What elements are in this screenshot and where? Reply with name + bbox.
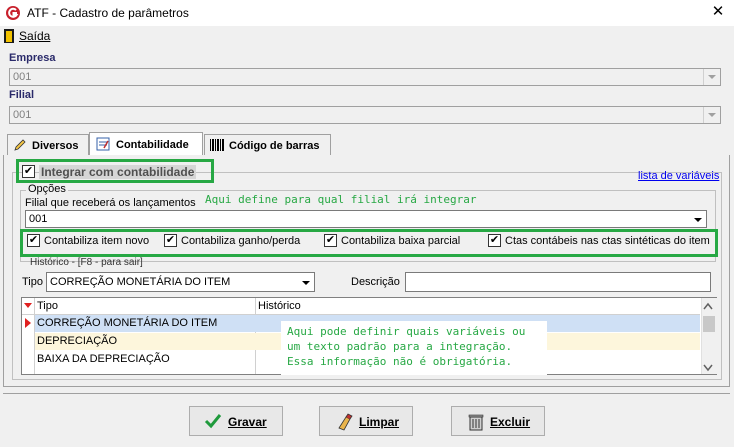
descricao-label: Descrição bbox=[351, 276, 400, 288]
chevron-down-icon[interactable] bbox=[300, 275, 312, 292]
check-ctas-sinteticas-label: Ctas contábeis nas ctas sintéticas do it… bbox=[505, 235, 710, 247]
limpar-button[interactable]: Limpar bbox=[319, 406, 413, 436]
tab-diversos-label: Diversos bbox=[32, 140, 79, 152]
gravar-label: Gravar bbox=[228, 415, 267, 429]
close-icon[interactable]: ✕ bbox=[709, 3, 727, 21]
filial-value: 001 bbox=[13, 109, 32, 121]
app-logo-icon bbox=[5, 5, 21, 21]
limpar-label: Limpar bbox=[359, 415, 400, 429]
menu-item-saida[interactable]: Saída bbox=[19, 29, 50, 43]
checkmark-icon bbox=[204, 413, 222, 432]
tipo-value: CORREÇÃO MONETÁRIA DO ITEM bbox=[50, 276, 231, 288]
highlight-integrar bbox=[16, 159, 214, 183]
tab-codigo-barras-label: Código de barras bbox=[229, 140, 320, 152]
chevron-down-icon[interactable] bbox=[703, 107, 720, 123]
scroll-up-icon[interactable] bbox=[703, 301, 713, 313]
lista-variaveis-link[interactable]: lista de variáveis bbox=[638, 170, 719, 182]
descricao-input[interactable] bbox=[405, 272, 711, 292]
tipo-select[interactable]: CORREÇÃO MONETÁRIA DO ITEM bbox=[46, 272, 315, 292]
excluir-label: Excluir bbox=[490, 415, 531, 429]
scroll-thumb[interactable] bbox=[703, 316, 715, 332]
tab-contabilidade-label: Contabilidade bbox=[116, 139, 189, 151]
tab-diversos[interactable]: Diversos bbox=[7, 134, 89, 155]
filial-select[interactable]: 001 bbox=[9, 106, 721, 124]
grid-header-historico[interactable]: Histórico bbox=[258, 300, 301, 312]
annotation-historico-line: Essa informação não é obrigatória. bbox=[287, 355, 513, 368]
annotation-historico-line: Aqui pode definir quais variáveis ou bbox=[287, 325, 526, 338]
check-item-novo-label: Contabiliza item novo bbox=[44, 235, 150, 247]
empresa-select[interactable]: 001 bbox=[9, 68, 721, 86]
tipo-label: Tipo bbox=[22, 276, 43, 288]
check-baixa-parcial-label: Contabiliza baixa parcial bbox=[341, 235, 461, 247]
gravar-button[interactable]: Gravar bbox=[189, 406, 283, 436]
window-title: ATF - Cadastro de parâmetros bbox=[27, 6, 189, 20]
opcoes-label: Opções bbox=[26, 183, 68, 195]
check-ganho-perda[interactable]: ✔ bbox=[164, 234, 177, 247]
grid-header bbox=[22, 298, 700, 315]
filial-label: Filial bbox=[9, 89, 35, 101]
chevron-down-icon[interactable] bbox=[692, 212, 704, 229]
check-baixa-parcial[interactable]: ✔ bbox=[324, 234, 337, 247]
eraser-broom-icon bbox=[336, 413, 354, 434]
sort-arrow-icon bbox=[23, 301, 33, 313]
menu-bar bbox=[0, 26, 734, 46]
ledger-icon bbox=[96, 137, 110, 154]
annotation-historico: Aqui pode definir quais variáveis ou um … bbox=[281, 321, 547, 375]
tab-codigo-barras[interactable]: Código de barras bbox=[204, 134, 331, 155]
barcode-icon bbox=[210, 139, 224, 154]
chevron-down-icon[interactable] bbox=[703, 69, 720, 85]
scroll-down-icon[interactable] bbox=[703, 363, 713, 375]
filial-lancamentos-value: 001 bbox=[29, 213, 48, 225]
excluir-button[interactable]: Excluir bbox=[451, 406, 545, 436]
grid-header-tipo[interactable]: Tipo bbox=[37, 300, 58, 312]
tab-contabilidade[interactable]: Contabilidade bbox=[89, 132, 203, 156]
grid-cell-tipo[interactable]: DEPRECIAÇÃO bbox=[37, 335, 117, 347]
empresa-label: Empresa bbox=[9, 52, 56, 64]
grid-cell-tipo[interactable]: CORREÇÃO MONETÁRIA DO ITEM bbox=[37, 317, 217, 329]
row-pointer-icon bbox=[24, 318, 32, 331]
grid-cell-tipo[interactable]: BAIXA DA DEPRECIAÇÃO bbox=[37, 353, 170, 365]
trash-icon bbox=[468, 413, 484, 434]
check-ctas-sinteticas[interactable]: ✔ bbox=[488, 234, 501, 247]
filial-lancamentos-label: Filial que receberá os lançamentos bbox=[25, 197, 196, 209]
footer-divider bbox=[3, 393, 730, 394]
empresa-value: 001 bbox=[13, 71, 32, 83]
edit-pencil-icon bbox=[13, 138, 27, 155]
check-ganho-perda-label: Contabiliza ganho/perda bbox=[181, 235, 301, 247]
filial-lancamentos-select[interactable]: 001 bbox=[25, 210, 707, 228]
annotation-historico-line: um texto padrão para a integração. bbox=[287, 340, 513, 353]
check-item-novo[interactable]: ✔ bbox=[27, 234, 40, 247]
historico-label: Histórico - [F8 - para sair] bbox=[30, 257, 143, 268]
annotation-filial: Aqui define para qual filial irá integra… bbox=[205, 193, 477, 206]
exit-door-icon bbox=[4, 29, 14, 43]
